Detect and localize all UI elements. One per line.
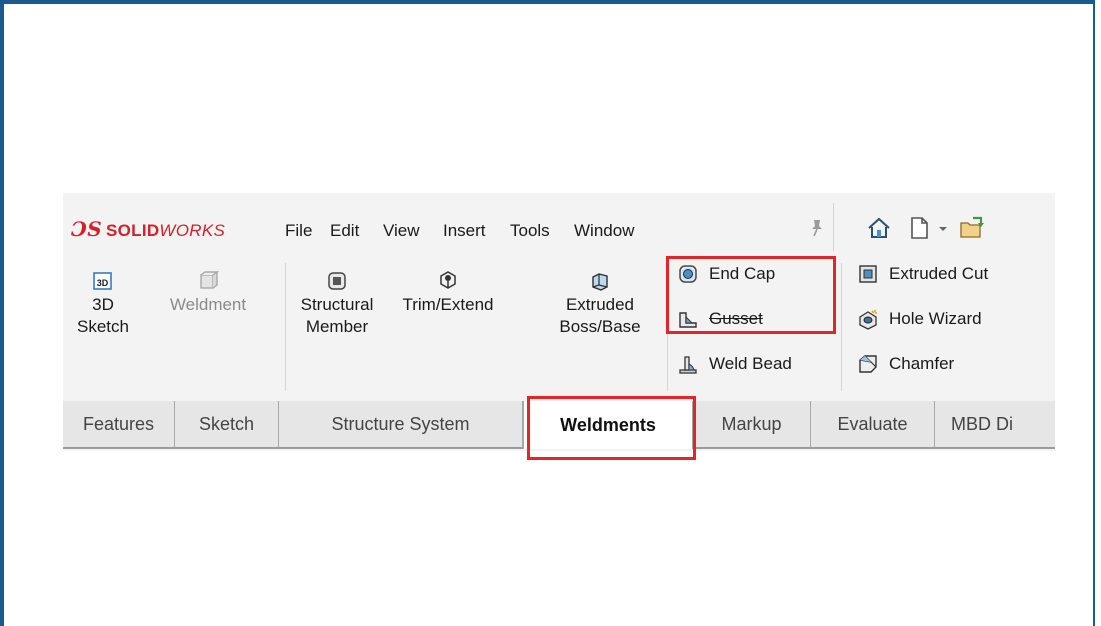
new-dropdown-icon[interactable] xyxy=(936,215,950,241)
menu-bar: ƆS SOLIDWORKS File Edit View Insert Tools… xyxy=(63,193,1055,255)
menu-edit[interactable]: Edit xyxy=(330,221,359,241)
open-folder-icon[interactable] xyxy=(959,215,985,241)
3d-sketch-label-line1: 3D xyxy=(92,295,114,314)
menu-file[interactable]: File xyxy=(285,221,312,241)
extruded-cut-button[interactable]: Extruded Cut xyxy=(857,261,988,287)
3d-sketch-label-line2: Sketch xyxy=(77,317,129,336)
weld-bead-button[interactable]: Weld Bead xyxy=(677,351,792,377)
menu-divider xyxy=(833,203,834,251)
tab-mbd-dimensions[interactable]: MBD Di xyxy=(935,401,1055,447)
extruded-cut-icon xyxy=(859,265,877,283)
chamfer-icon xyxy=(859,355,877,373)
tab-sketch[interactable]: Sketch xyxy=(175,401,279,447)
structural-member-icon xyxy=(328,272,346,290)
menu-tools[interactable]: Tools xyxy=(510,221,550,241)
extruded-boss-base-button[interactable]: Extruded Boss/Base xyxy=(551,270,649,338)
tab-structure-system[interactable]: Structure System xyxy=(279,401,523,447)
trim-extend-label: Trim/Extend xyxy=(402,295,494,314)
weld-bead-label: Weld Bead xyxy=(709,354,792,373)
weld-bead-icon xyxy=(679,356,697,374)
hole-wizard-icon xyxy=(859,310,877,330)
ribbon-divider xyxy=(841,263,842,391)
weldment-icon xyxy=(200,270,219,289)
svg-text:3D: 3D xyxy=(97,278,109,288)
menu-insert[interactable]: Insert xyxy=(443,221,486,241)
hole-wizard-button[interactable]: Hole Wizard xyxy=(857,306,982,332)
hole-wizard-label: Hole Wizard xyxy=(889,309,982,328)
3d-sketch-icon: 3D xyxy=(93,272,112,290)
menu-window[interactable]: Window xyxy=(574,221,634,241)
menu-view[interactable]: View xyxy=(383,221,420,241)
home-icon[interactable] xyxy=(866,215,892,241)
chamfer-label: Chamfer xyxy=(889,354,955,373)
ribbon-divider xyxy=(285,263,286,391)
trim-extend-button[interactable]: Trim/Extend xyxy=(385,270,511,316)
structural-member-button[interactable]: Structural Member xyxy=(291,270,383,338)
weldment-label: Weldment xyxy=(169,295,247,314)
extruded-boss-label-line1: Extruded xyxy=(565,295,635,314)
3d-sketch-button[interactable]: 3D 3D Sketch xyxy=(73,270,133,338)
extruded-cut-label: Extruded Cut xyxy=(889,264,989,283)
structural-member-label-line2: Member xyxy=(305,317,369,336)
tab-evaluate[interactable]: Evaluate xyxy=(811,401,935,447)
weldment-button[interactable]: Weldment xyxy=(165,270,251,316)
tab-features[interactable]: Features xyxy=(63,401,175,447)
pin-icon[interactable] xyxy=(809,219,825,237)
extruded-boss-icon xyxy=(592,273,608,291)
chamfer-button[interactable]: Chamfer xyxy=(857,351,954,377)
weldments-tab-highlight xyxy=(527,396,696,460)
end-cap-highlight xyxy=(666,256,836,334)
tab-markup[interactable]: Markup xyxy=(693,401,811,447)
extruded-boss-label-line2: Boss/Base xyxy=(559,317,641,336)
solidworks-logo: ƆS SOLIDWORKS xyxy=(71,217,226,241)
ribbon-commandmanager: 3D 3D Sketch Weldment Structural Member xyxy=(63,255,1055,399)
structural-member-label-line1: Structural xyxy=(300,295,374,314)
new-document-icon[interactable] xyxy=(906,215,932,241)
trim-extend-icon xyxy=(440,271,456,289)
